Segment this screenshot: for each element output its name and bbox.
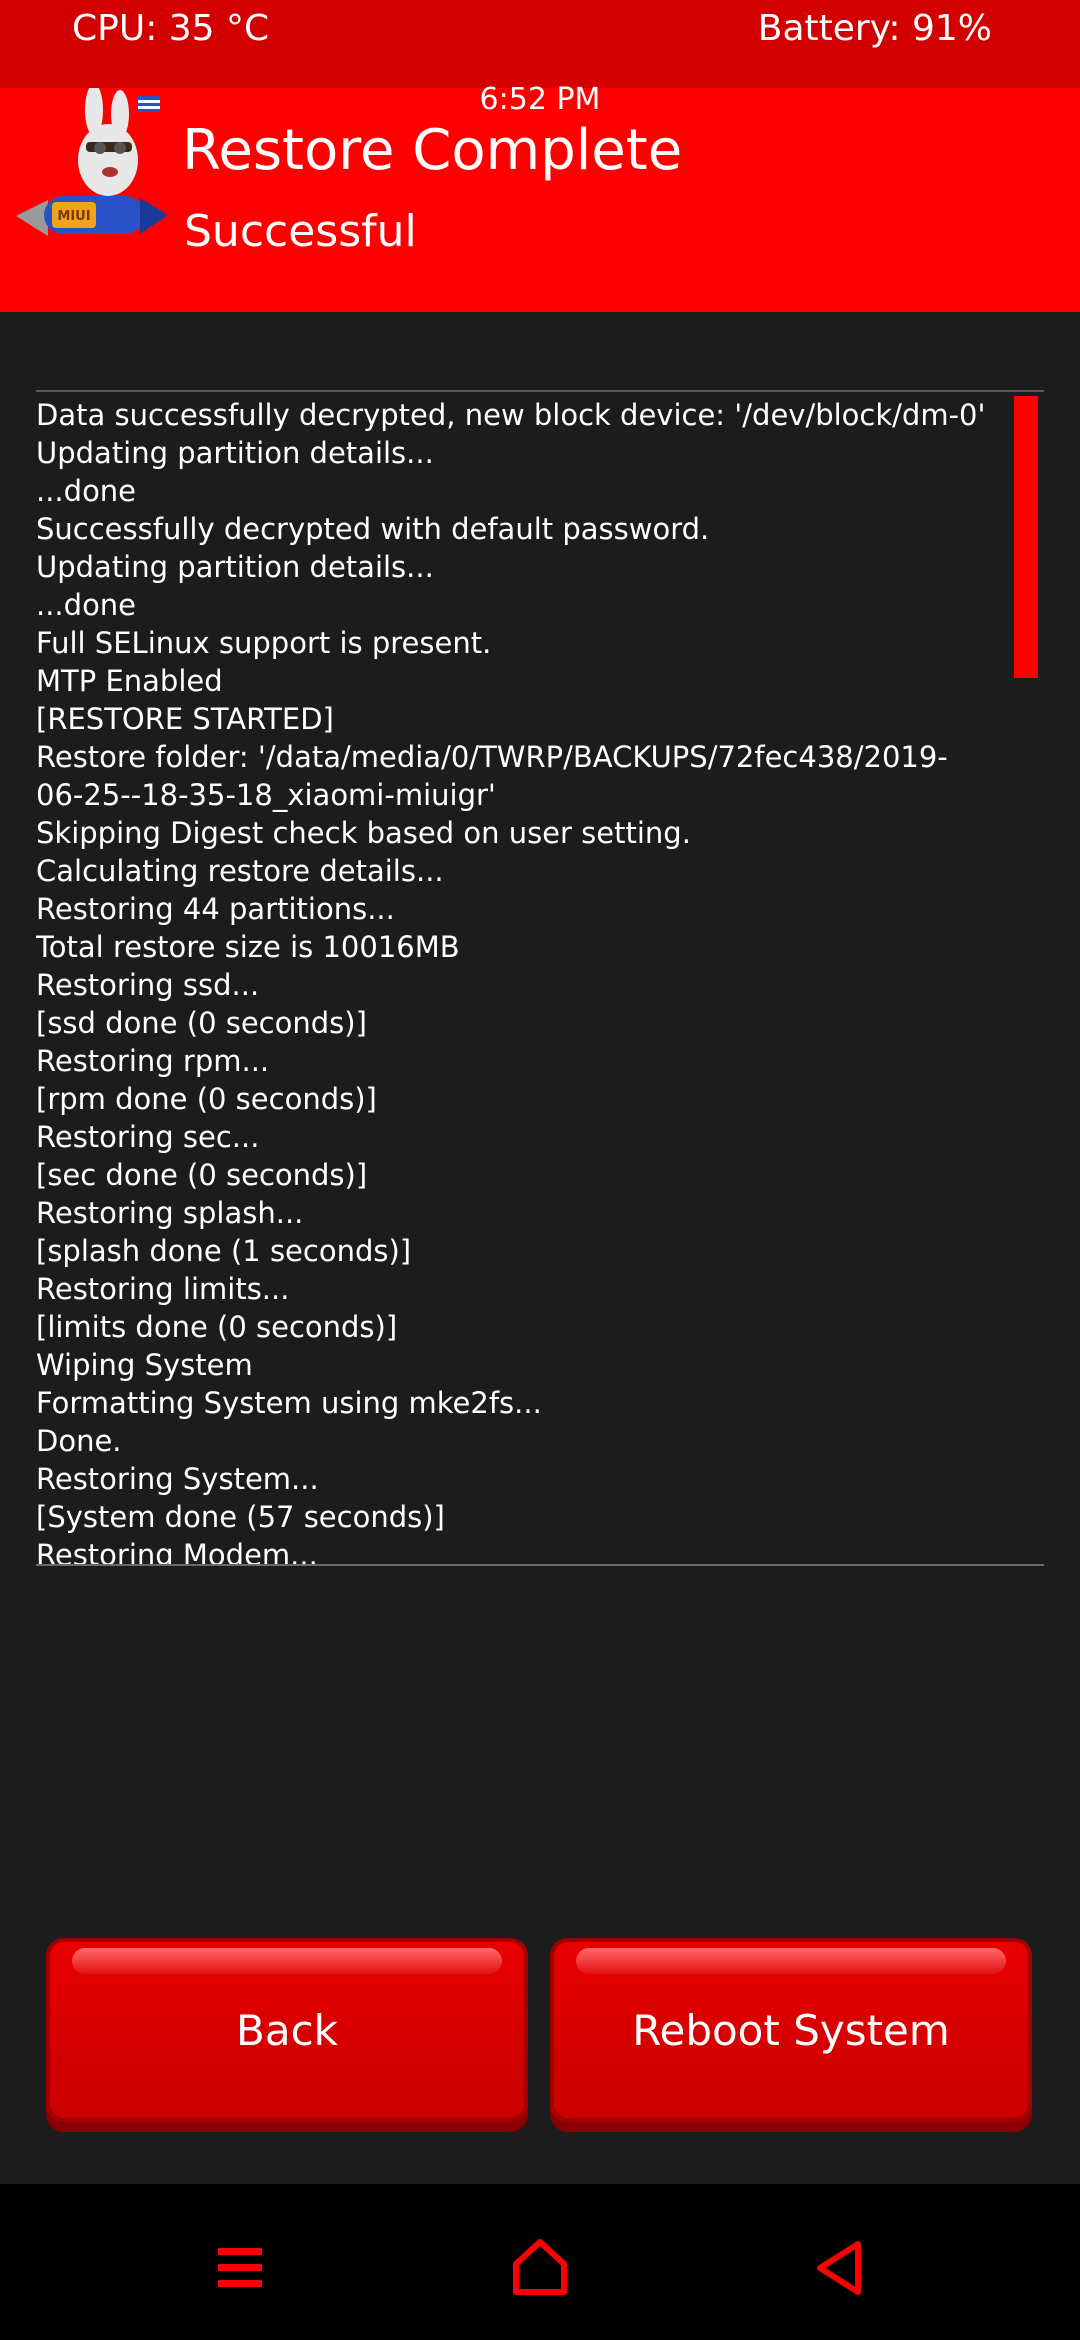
console-line: [RESTORE STARTED]	[36, 702, 334, 736]
page-title: Restore Complete	[182, 118, 683, 183]
console-line: Restoring rpm...	[36, 1044, 270, 1078]
console-line: Updating partition details...	[36, 550, 434, 584]
page-subtitle: Successful	[184, 206, 417, 257]
console-line: [splash done (1 seconds)]	[36, 1234, 412, 1268]
console-log[interactable]: Data successfully decrypted, new block d…	[36, 390, 1044, 1566]
miui-rocket-logo: MIUI	[16, 88, 168, 236]
console-line: [rpm done (0 seconds)]	[36, 1082, 377, 1116]
console-line: Restoring splash...	[36, 1196, 304, 1230]
console-line: Wiping System	[36, 1348, 253, 1382]
console-line: Full SELinux support is present.	[36, 626, 492, 660]
console-line: Restoring Modem...	[36, 1538, 318, 1566]
battery-level: Battery: 91%	[757, 8, 992, 49]
back-triangle-icon[interactable]	[800, 2228, 880, 2308]
console-line: [System done (57 seconds)]	[36, 1500, 445, 1534]
console-line: MTP Enabled	[36, 664, 223, 698]
console-line: Restoring ssd...	[36, 968, 260, 1002]
console-line: Formatting System using mke2fs...	[36, 1386, 542, 1420]
console-line: Updating partition details...	[36, 436, 434, 470]
console-line: Skipping Digest check based on user sett…	[36, 816, 691, 850]
console-line: Total restore size is 10016MB	[36, 930, 460, 964]
console-line: Successfully decrypted with default pass…	[36, 512, 710, 546]
reboot-system-button-label: Reboot System	[632, 2005, 950, 2055]
header: 6:52 PM MIUI Restore Complete Successful	[0, 82, 1080, 312]
console-line: Done.	[36, 1424, 122, 1458]
navigation-bar	[0, 2184, 1080, 2340]
console-line: ...done	[36, 588, 137, 622]
home-icon[interactable]	[500, 2228, 580, 2308]
console-scrollbar[interactable]	[1014, 396, 1038, 678]
console-lines: Data successfully decrypted, new block d…	[36, 392, 1016, 1566]
console-line: [sec done (0 seconds)]	[36, 1158, 368, 1192]
reboot-system-button[interactable]: Reboot System	[550, 1938, 1032, 2122]
logo-text: MIUI	[57, 209, 90, 224]
cpu-temperature: CPU: 35 °C	[72, 8, 270, 49]
console-line: 06-25--18-35-18_xiaomi-miuigr'	[36, 778, 496, 812]
console-line: Restoring limits...	[36, 1272, 290, 1306]
console-line: Restoring 44 partitions...	[36, 892, 395, 926]
console-line: Restoring System...	[36, 1462, 319, 1496]
button-gloss	[72, 1948, 502, 1974]
back-button[interactable]: Back	[46, 1938, 528, 2122]
console-line: ...done	[36, 474, 137, 508]
console-line: Restore folder: '/data/media/0/TWRP/BACK…	[36, 740, 948, 774]
back-button-label: Back	[236, 2005, 338, 2055]
button-gloss	[576, 1948, 1006, 1974]
status-bar: CPU: 35 °C Battery: 91%	[0, 0, 1080, 88]
console-line: [limits done (0 seconds)]	[36, 1310, 398, 1344]
console-line: [ssd done (0 seconds)]	[36, 1006, 367, 1040]
console-line: Restoring sec...	[36, 1120, 260, 1154]
console-line: Data successfully decrypted, new block d…	[36, 398, 986, 432]
menu-icon[interactable]	[200, 2228, 280, 2308]
console-line: Calculating restore details...	[36, 854, 444, 888]
